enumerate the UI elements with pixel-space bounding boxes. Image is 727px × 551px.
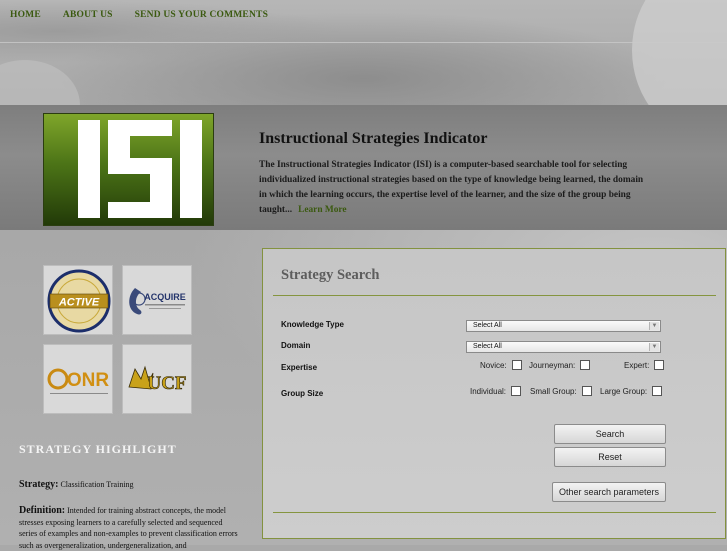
isi-logo-icon <box>78 120 202 218</box>
knowledge-type-value: Select All <box>473 322 502 329</box>
highlight-definition: Definition: Intended for training abstra… <box>19 505 239 551</box>
page-title: Instructional Strategies Indicator <box>259 130 488 147</box>
nav-about-link[interactable]: ABOUT US <box>63 10 113 20</box>
expertise-label: Expertise <box>281 363 318 372</box>
nav-divider <box>0 42 727 43</box>
journeyman-label: Journeyman: <box>529 360 576 370</box>
panel-divider <box>273 512 716 513</box>
partner-acquire[interactable]: ACQUIRE <box>122 265 192 335</box>
active-logo-icon: ACTIVE <box>47 269 111 333</box>
acquire-logo-icon: ACQUIRE <box>129 288 186 315</box>
domain-label: Domain <box>281 341 311 350</box>
large-group-label: Large Group: <box>600 386 648 396</box>
novice-option: Novice: <box>480 360 522 370</box>
strategy-value: Classification Training <box>60 480 134 489</box>
search-panel-title: Strategy Search <box>281 267 380 283</box>
partner-ucf[interactable]: UCF <box>122 344 192 414</box>
partner-active[interactable]: ACTIVE <box>43 265 113 335</box>
large-group-option: Large Group: <box>600 386 663 396</box>
learn-more-link[interactable]: Learn More <box>298 205 347 215</box>
nav-comments-link[interactable]: SEND US YOUR COMMENTS <box>135 10 268 20</box>
search-button[interactable]: Search <box>554 424 666 444</box>
expert-label: Expert: <box>624 360 650 370</box>
other-search-parameters-button[interactable]: Other search parameters <box>552 482 666 502</box>
novice-label: Novice: <box>480 360 507 370</box>
partner-onr-label: ONR <box>67 370 110 391</box>
panel-divider <box>273 295 716 296</box>
chevron-down-icon: ▼ <box>649 322 659 330</box>
large-group-checkbox[interactable] <box>652 386 663 396</box>
novice-checkbox[interactable] <box>511 360 522 370</box>
nav-home-link[interactable]: HOME <box>10 10 41 20</box>
strategy-highlight-heading: STRATEGY HIGHLIGHT <box>19 442 177 456</box>
ucf-logo-icon: UCF <box>128 365 187 394</box>
partner-active-label: ACTIVE <box>58 297 100 309</box>
chevron-down-icon: ▼ <box>649 343 659 351</box>
partner-onr[interactable]: ONR <box>43 344 113 414</box>
knowledge-type-label: Knowledge Type <box>281 320 344 329</box>
highlight-strategy: Strategy: Classification Training <box>19 479 134 490</box>
journeyman-option: Journeyman: <box>529 360 591 370</box>
onr-logo-icon: ONR <box>47 368 110 394</box>
individual-checkbox[interactable] <box>511 386 522 396</box>
intro-text: The Instructional Strategies Indicator (… <box>259 158 649 218</box>
partner-acquire-label: ACQUIRE <box>144 292 186 302</box>
strategy-label: Strategy: <box>19 479 59 490</box>
small-group-checkbox[interactable] <box>581 386 592 396</box>
small-group-label: Small Group: <box>530 386 577 396</box>
domain-value: Select All <box>473 343 502 350</box>
banner-decoration <box>0 60 80 105</box>
small-group-option: Small Group: <box>530 386 592 396</box>
definition-label: Definition: <box>19 505 66 516</box>
reset-button[interactable]: Reset <box>554 447 666 467</box>
partner-ucf-label: UCF <box>147 373 186 394</box>
individual-option: Individual: <box>470 386 522 396</box>
banner-decoration <box>632 0 727 105</box>
domain-select[interactable]: Select All ▼ <box>466 341 661 353</box>
main-nav: HOME ABOUT US SEND US YOUR COMMENTS <box>10 10 268 20</box>
group-size-label: Group Size <box>281 389 324 398</box>
individual-label: Individual: <box>470 386 507 396</box>
journeyman-checkbox[interactable] <box>580 360 591 370</box>
expert-option: Expert: <box>624 360 665 370</box>
expert-checkbox[interactable] <box>654 360 665 370</box>
isi-logo <box>43 113 214 226</box>
knowledge-type-select[interactable]: Select All ▼ <box>466 320 661 332</box>
